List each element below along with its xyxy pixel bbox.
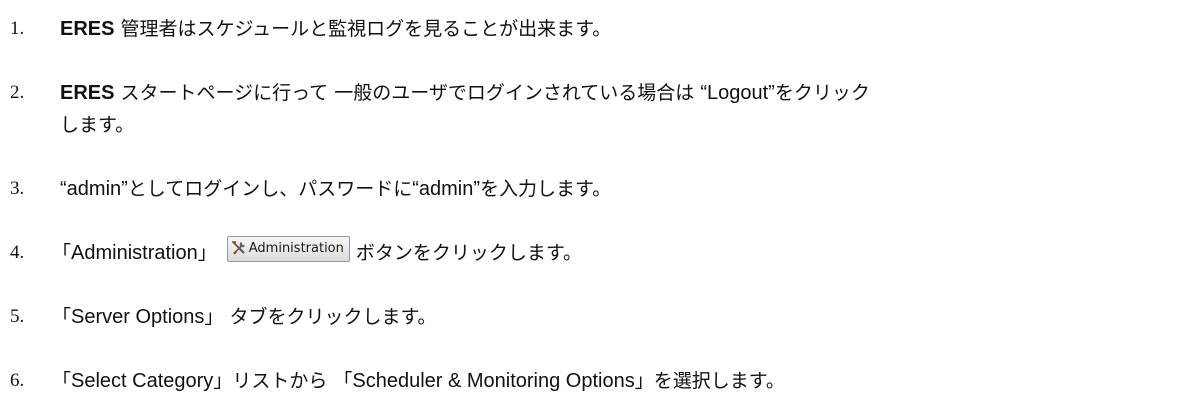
step-number: 5. (10, 306, 25, 327)
administration-button-label: Administration (248, 241, 344, 256)
step-number: 2. (10, 82, 25, 103)
step-text: 「Server Options」 タブをクリックします。 (52, 306, 437, 328)
tools-icon (230, 240, 245, 255)
step-text: 「Select Category」リストから 「Scheduler & Moni… (52, 370, 785, 392)
step-number: 1. (10, 18, 25, 39)
administration-button[interactable]: Administration (226, 236, 350, 262)
step-number: 4. (10, 242, 25, 263)
step-text: ERES スタートページに行って 一般のユーザでログインされている場合は “Lo… (60, 82, 870, 104)
instruction-list: 1. ERES 管理者はスケジュールと監視ログを見ることが出来ます。 2. ER… (0, 0, 1187, 411)
step-number: 3. (10, 178, 25, 199)
step-text-continuation: します。 (60, 114, 135, 136)
step-number: 6. (10, 370, 25, 391)
step-text: 「Administration」 Administration ボタンをクリックしま… (52, 236, 1172, 269)
step-text: “admin”としてログインし、パスワードに“admin”を入力します。 (60, 178, 612, 200)
step-text: ERES 管理者はスケジュールと監視ログを見ることが出来ます。 (60, 18, 612, 40)
